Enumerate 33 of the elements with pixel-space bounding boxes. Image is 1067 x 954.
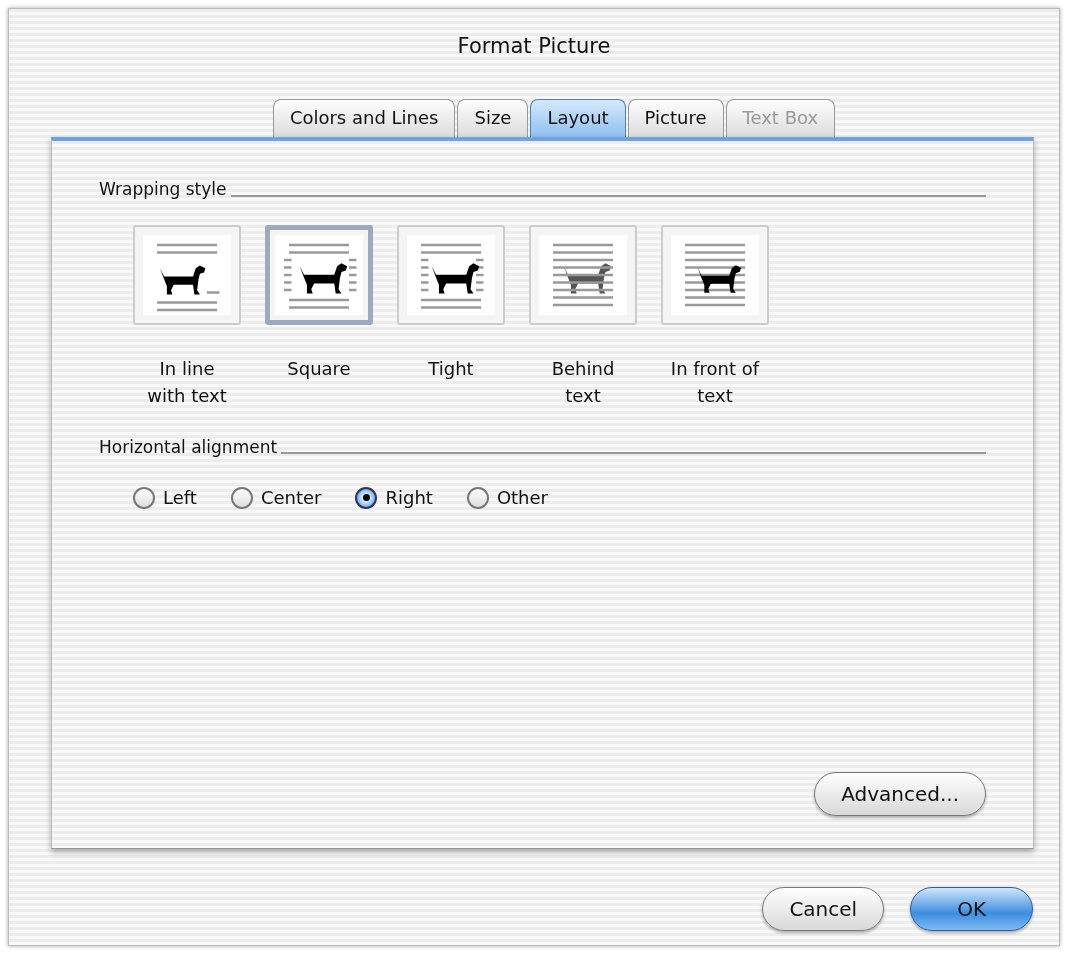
radio-indicator[interactable] bbox=[466, 486, 489, 509]
option-label: In front of text bbox=[669, 356, 761, 408]
section-heading: Wrapping style bbox=[99, 178, 227, 201]
dog-icon bbox=[275, 234, 363, 315]
radio-button[interactable]: Left bbox=[133, 484, 197, 511]
window-title: Format Picture bbox=[456, 33, 612, 60]
dialog-button[interactable]: OK bbox=[910, 887, 1033, 931]
option-label: In line with text bbox=[146, 356, 228, 408]
tab[interactable]: Layout bbox=[530, 99, 626, 137]
dog-icon bbox=[143, 234, 231, 315]
tab[interactable]: Size bbox=[457, 99, 529, 137]
dialog-button[interactable]: Cancel bbox=[762, 887, 885, 931]
radio-button[interactable]: Other bbox=[466, 484, 548, 511]
radio-button[interactable]: Right bbox=[355, 484, 433, 511]
option-label: Tight bbox=[427, 356, 475, 381]
wrap-style-button[interactable] bbox=[529, 224, 637, 325]
wrap-style-button[interactable] bbox=[265, 224, 373, 325]
radio-indicator[interactable] bbox=[230, 486, 253, 509]
radio-indicator[interactable] bbox=[355, 486, 378, 509]
dog-icon bbox=[539, 234, 627, 315]
tab[interactable]: Picture bbox=[627, 99, 724, 137]
option-label: Square bbox=[286, 356, 352, 381]
dog-icon bbox=[407, 234, 495, 315]
wrap-style-button[interactable] bbox=[661, 224, 769, 325]
wrap-style-button[interactable] bbox=[397, 224, 505, 325]
dialog-button[interactable]: Advanced... bbox=[814, 772, 986, 816]
radio-button[interactable]: Center bbox=[230, 484, 322, 511]
section-heading: Horizontal alignment bbox=[99, 435, 278, 459]
wrap-style-button[interactable] bbox=[133, 224, 241, 325]
dog-icon bbox=[671, 234, 759, 315]
radio-indicator[interactable] bbox=[133, 486, 155, 509]
option-label: Behind text bbox=[550, 356, 616, 408]
tab[interactable]: Colors and Lines bbox=[272, 99, 456, 137]
